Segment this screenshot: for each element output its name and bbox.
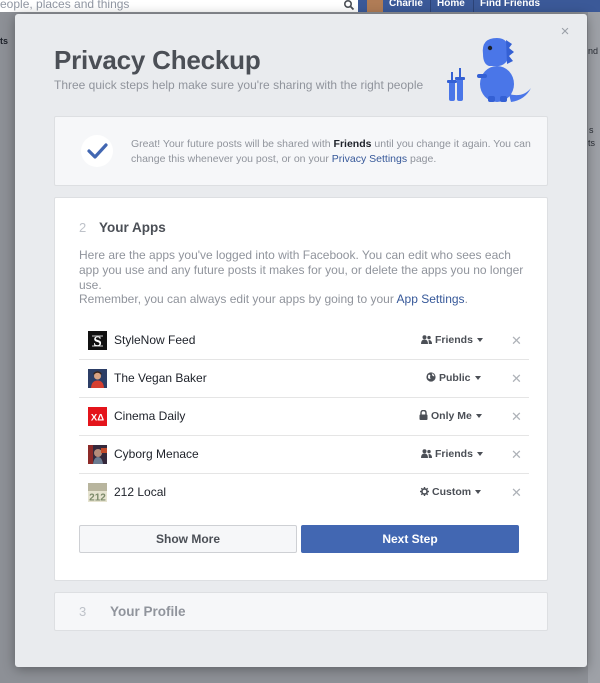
cinema-daily-app-icon: XΔ xyxy=(88,407,107,426)
remove-app-icon[interactable]: ✕ xyxy=(511,409,522,425)
background-left-text: ts xyxy=(0,36,9,46)
vegan-baker-app-icon xyxy=(88,369,107,388)
audience-selector[interactable]: Only Me xyxy=(419,410,482,422)
app-name: 212 Local xyxy=(114,485,167,499)
home-link[interactable]: Home xyxy=(437,0,465,9)
remove-app-icon[interactable]: ✕ xyxy=(511,371,522,387)
app-name: Cinema Daily xyxy=(114,409,186,423)
friends-icon xyxy=(421,449,432,458)
cinema-daily-app-icon-text: XΔ xyxy=(91,413,104,424)
background-right-text: ts xyxy=(588,138,596,148)
privacy-checkup-dialog: × Privacy Checkup Three quick steps help… xyxy=(15,14,587,667)
search-icon[interactable] xyxy=(343,0,355,12)
checkmark-icon xyxy=(81,135,113,167)
background-right-text: s xyxy=(589,125,594,135)
chevron-down-icon xyxy=(475,414,482,418)
app-row: The Vegan Baker Public ✕ xyxy=(79,360,529,398)
background-right-column: nd 2 s ts xyxy=(588,12,600,683)
dialog-title: Privacy Checkup xyxy=(54,45,261,75)
app-row: XΔ Cinema Daily Only Me ✕ xyxy=(79,398,529,436)
audience-selector[interactable]: Custom xyxy=(420,486,482,498)
step-number: 3 xyxy=(79,604,87,619)
search-input[interactable]: eople, places and things xyxy=(0,0,129,11)
next-step-button[interactable]: Next Step xyxy=(301,525,519,553)
find-friends-link[interactable]: Find Friends xyxy=(480,0,540,9)
chevron-down-icon xyxy=(475,490,482,494)
audience-selector[interactable]: Public xyxy=(426,372,481,384)
remove-app-icon[interactable]: ✕ xyxy=(511,447,522,463)
app-name: The Vegan Baker xyxy=(114,371,207,385)
lock-icon xyxy=(419,410,428,420)
facebook-top-bar: eople, places and things Charlie Home Fi… xyxy=(0,0,600,12)
apps-reminder: Remember, you can always edit your apps … xyxy=(79,292,468,306)
app-row: Cyborg Menace Friends ✕ xyxy=(79,436,529,474)
nav-divider xyxy=(430,0,431,12)
avatar[interactable] xyxy=(367,0,383,12)
audience-friends: Friends xyxy=(333,138,372,150)
step-title: Your Profile xyxy=(110,604,186,619)
212-local-app-icon: 212 xyxy=(88,483,107,502)
confirmation-card: Great! Your future posts will be shared … xyxy=(54,116,548,186)
privacy-dinosaur-mascot xyxy=(447,38,531,102)
dialog-subtitle: Three quick steps help make sure you're … xyxy=(54,78,424,92)
audience-selector[interactable]: Friends xyxy=(421,448,483,460)
app-name: StyleNow Feed xyxy=(114,333,196,347)
stylenow-app-icon: S xyxy=(88,331,107,350)
nav-divider xyxy=(473,0,474,12)
globe-icon xyxy=(426,372,436,382)
search-bar[interactable]: eople, places and things xyxy=(0,0,358,12)
profile-step-card[interactable]: 3 Your Profile xyxy=(54,592,548,631)
audience-selector[interactable]: Friends xyxy=(421,334,483,346)
app-list: S StyleNow Feed Friends ✕ The Vegan Bake… xyxy=(79,322,529,512)
step-number: 2 xyxy=(79,220,87,235)
close-icon[interactable]: × xyxy=(558,24,572,39)
show-more-button[interactable]: Show More xyxy=(79,525,297,553)
cyborg-menace-app-icon xyxy=(88,445,107,464)
app-row: 212 212 Local Custom ✕ xyxy=(79,474,529,512)
app-name: Cyborg Menace xyxy=(114,447,199,461)
apps-description: Here are the apps you've logged into wit… xyxy=(79,248,524,292)
confirmation-message: Great! Your future posts will be shared … xyxy=(131,138,531,165)
app-settings-link[interactable]: App Settings xyxy=(397,292,465,306)
212-local-app-icon-text: 212 xyxy=(89,493,106,503)
chevron-down-icon xyxy=(476,452,483,456)
friends-icon xyxy=(421,335,432,344)
chevron-down-icon xyxy=(474,376,481,380)
privacy-settings-link[interactable]: Privacy Settings xyxy=(332,153,407,165)
chevron-down-icon xyxy=(476,338,483,342)
remove-app-icon[interactable]: ✕ xyxy=(511,333,522,349)
profile-link[interactable]: Charlie xyxy=(389,0,423,9)
apps-step-card: 2 Your Apps Here are the apps you've log… xyxy=(54,197,548,581)
app-row: S StyleNow Feed Friends ✕ xyxy=(79,322,529,360)
gear-icon xyxy=(420,487,429,496)
step-title: Your Apps xyxy=(99,220,166,235)
remove-app-icon[interactable]: ✕ xyxy=(511,485,522,501)
background-right-text: nd 2 xyxy=(588,46,600,56)
